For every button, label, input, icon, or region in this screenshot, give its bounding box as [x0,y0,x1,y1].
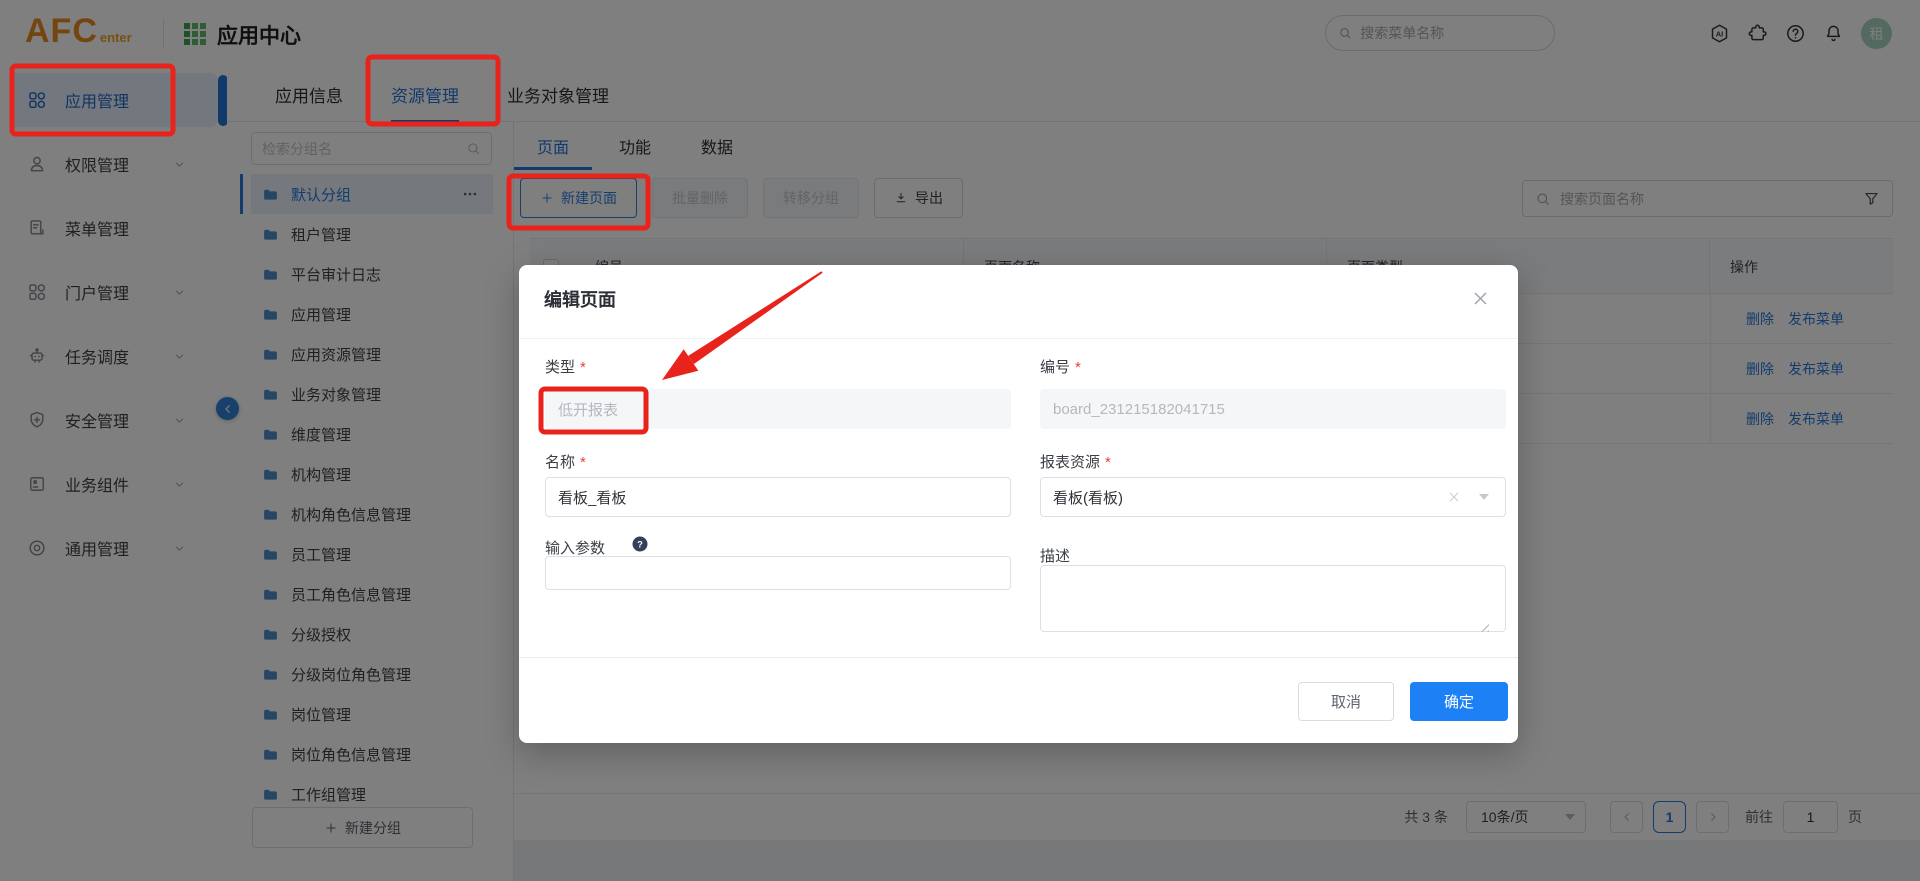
type-field [545,389,1011,429]
required-mark: * [1105,454,1111,471]
code-field-label: 编号* [1040,356,1081,377]
input-params-field[interactable] [545,556,1011,590]
description-field[interactable] [1040,565,1506,632]
help-circle-icon[interactable] [631,535,649,553]
name-field-label: 名称* [545,451,586,472]
required-mark: * [1075,359,1081,376]
report-resource-select[interactable]: 看板(看板) [1040,477,1506,517]
close-icon[interactable] [1471,289,1490,308]
confirm-button[interactable]: 确定 [1410,682,1508,721]
input-params-label: 输入参数 [545,537,605,558]
description-label: 描述 [1040,545,1070,566]
required-mark: * [580,359,586,376]
cancel-button[interactable]: 取消 [1298,682,1394,721]
dialog-title: 编辑页面 [544,286,616,312]
chevron-down-icon [1479,494,1489,500]
required-mark: * [580,454,586,471]
clear-icon[interactable] [1447,490,1461,504]
dialog-header-divider [519,338,1518,339]
report-resource-label: 报表资源* [1040,451,1111,472]
name-field[interactable] [545,477,1011,517]
edit-page-dialog: 编辑页面 类型* 编号* 名称* 报表资源* 看板(看板) 输入参数 描述 [519,265,1518,743]
code-field [1040,389,1506,429]
type-field-label: 类型* [545,356,586,377]
application-window: AFCenter 应用中心 租 应用管理 [0,0,1920,881]
dialog-footer-divider [519,657,1518,658]
